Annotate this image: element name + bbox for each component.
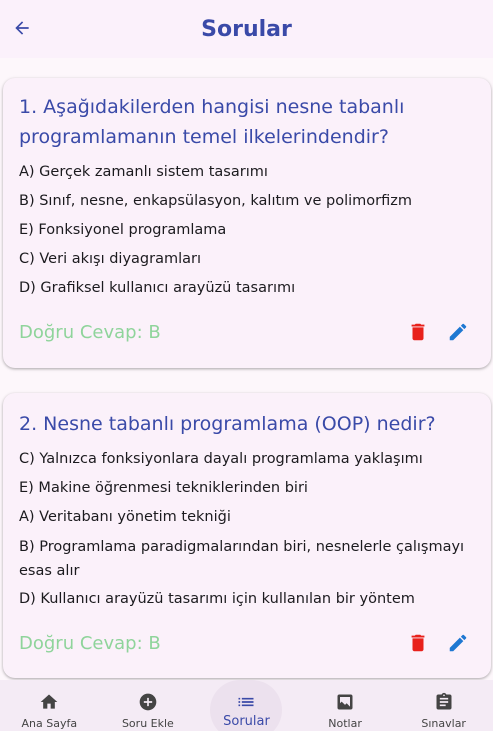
option-item: E) Makine öğrenmesi tekniklerinden biri xyxy=(19,480,308,496)
add-circle-icon xyxy=(137,692,159,712)
option-item: D) Kullanıcı arayüzü tasarımı için kulla… xyxy=(19,591,415,607)
options-list: A) Gerçek zamanlı sistem tasarımı B) Sın… xyxy=(19,158,479,303)
question-card: 1. Aşağıdakilerden hangisi nesne tabanlı… xyxy=(3,78,491,368)
correct-answer: Doğru Cevap: B xyxy=(19,322,161,343)
option-item: E) Fonksiyonel programlama xyxy=(19,222,227,238)
back-button[interactable] xyxy=(10,16,34,40)
nav-label: Notlar xyxy=(328,717,362,730)
edit-button[interactable] xyxy=(446,631,470,655)
question-card: 2. Nesne tabanlı programlama (OOP) nedir… xyxy=(3,393,491,678)
edit-icon xyxy=(449,634,467,652)
option-item: D) Grafiksel kullanıcı arayüzü tasarımı xyxy=(19,280,296,296)
edit-button[interactable] xyxy=(446,320,470,344)
nav-label: Sınavlar xyxy=(421,717,466,730)
option-item: C) Veri akışı diyagramları xyxy=(19,251,201,267)
option-item: A) Gerçek zamanlı sistem tasarımı xyxy=(19,164,268,180)
question-title: 1. Aşağıdakilerden hangisi nesne tabanlı… xyxy=(19,96,405,148)
app-bar: Sorular xyxy=(0,0,493,58)
option-item: B) Programlama paradigmalarından biri, n… xyxy=(19,539,465,579)
bottom-navigation: Ana Sayfa Soru Ekle Sorular Notlar Sınav… xyxy=(0,680,493,731)
nav-label: Sorular xyxy=(223,714,270,729)
nav-item-add-question[interactable]: Soru Ekle xyxy=(99,680,198,731)
assignment-icon xyxy=(433,692,455,712)
trash-icon xyxy=(411,323,425,341)
question-list[interactable]: 1. Aşağıdakilerden hangisi nesne tabanlı… xyxy=(0,58,493,680)
edit-icon xyxy=(449,323,467,341)
list-icon xyxy=(235,692,257,712)
delete-button[interactable] xyxy=(406,320,430,344)
trash-icon xyxy=(411,634,425,652)
nav-item-notes[interactable]: Notlar xyxy=(296,680,395,731)
nav-item-home[interactable]: Ana Sayfa xyxy=(0,680,99,731)
option-item: C) Yalnızca fonksiyonlara dayalı program… xyxy=(19,451,423,467)
nav-label: Soru Ekle xyxy=(121,717,174,730)
arrow-back-icon xyxy=(15,21,29,35)
delete-button[interactable] xyxy=(406,631,430,655)
option-item: A) Veritabanı yönetim tekniği xyxy=(19,509,231,525)
correct-answer: Doğru Cevap: B xyxy=(19,633,161,654)
nav-item-questions[interactable]: Sorular xyxy=(197,680,296,731)
question-title: 2. Nesne tabanlı programlama (OOP) nedir… xyxy=(19,413,436,435)
options-list: C) Yalnızca fonksiyonlara dayalı program… xyxy=(19,445,479,614)
option-item: B) Sınıf, nesne, enkapsülasyon, kalıtım … xyxy=(19,193,413,209)
nav-label: Ana Sayfa xyxy=(21,717,78,730)
notes-icon xyxy=(334,692,356,712)
page-title: Sorular xyxy=(201,16,292,42)
nav-item-exams[interactable]: Sınavlar xyxy=(394,680,493,731)
home-icon xyxy=(38,692,60,712)
